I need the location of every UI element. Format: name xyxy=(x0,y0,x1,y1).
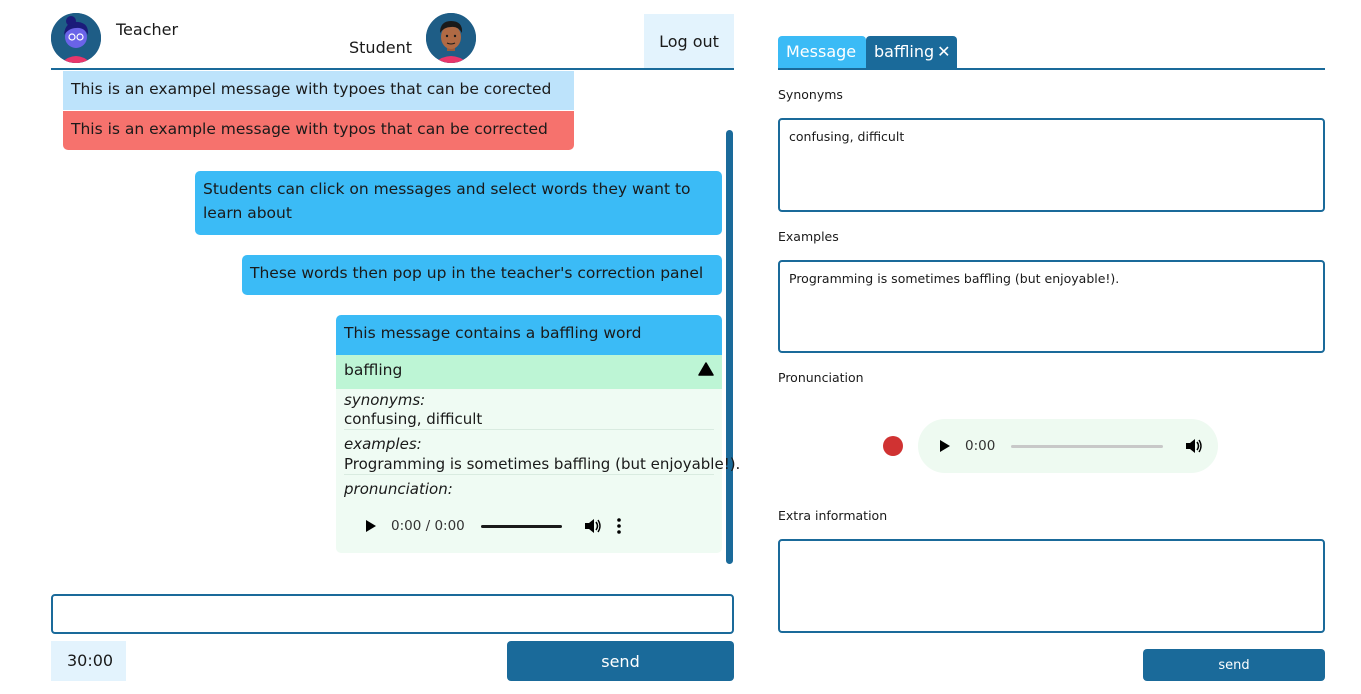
divider xyxy=(344,474,714,475)
play-icon[interactable] xyxy=(938,439,952,453)
more-vertical-icon[interactable] xyxy=(616,518,622,534)
chat-message[interactable]: These words then pop up in the teacher's… xyxy=(242,255,722,295)
player-progress-track[interactable] xyxy=(480,524,562,528)
word-card-word: baffling xyxy=(344,361,403,379)
tab-word-label: baffling xyxy=(874,42,935,61)
teacher-label: Teacher xyxy=(116,20,179,39)
play-icon[interactable] xyxy=(364,519,378,533)
synonyms-value: confusing, difficult xyxy=(344,410,483,428)
chat-scrollbar[interactable] xyxy=(726,130,733,564)
panel-header-divider xyxy=(778,68,1325,70)
chat-header-divider xyxy=(51,68,734,70)
examples-section-label: Examples xyxy=(778,229,839,244)
tab-word-baffling[interactable]: baffling ✕ xyxy=(866,36,957,69)
corrected-message[interactable]: This is an example message with typos th… xyxy=(63,111,574,150)
pronunciation-label: pronunciation: xyxy=(344,480,453,498)
pronunciation-section-label: Pronunciation xyxy=(778,370,864,385)
record-icon[interactable] xyxy=(883,436,903,456)
examples-value: Programming is sometimes baffling (but e… xyxy=(344,455,741,473)
close-icon[interactable]: ✕ xyxy=(937,42,950,61)
synonyms-label: synonyms: xyxy=(344,391,426,409)
divider xyxy=(344,429,714,430)
examples-field[interactable]: Programming is sometimes baffling (but e… xyxy=(778,260,1325,353)
word-card-header[interactable]: baffling xyxy=(336,355,722,389)
session-timer: 30:00 xyxy=(51,641,126,681)
student-avatar xyxy=(426,13,476,63)
player-progress-track[interactable] xyxy=(1011,444,1164,448)
tab-message-label: Message xyxy=(786,42,857,61)
chat-message-input[interactable] xyxy=(51,594,734,634)
synonyms-field[interactable]: confusing, difficult xyxy=(778,118,1325,212)
chat-message[interactable]: This message contains a baffling word xyxy=(336,315,722,355)
original-message[interactable]: This is an exampel message with typoes t… xyxy=(63,71,574,110)
student-label: Student xyxy=(349,38,412,57)
send-correction-button[interactable]: send xyxy=(1143,649,1325,681)
extra-information-section-label: Extra information xyxy=(778,508,888,523)
tab-message[interactable]: Message xyxy=(778,36,866,69)
teacher-avatar xyxy=(51,13,101,63)
player-time: 0:00 xyxy=(965,438,996,454)
synonyms-section-label: Synonyms xyxy=(778,87,843,102)
extra-information-field[interactable] xyxy=(778,539,1325,633)
volume-icon[interactable] xyxy=(584,518,602,534)
volume-icon[interactable] xyxy=(1185,438,1203,454)
card-audio-player[interactable]: 0:00 / 0:00 xyxy=(354,510,640,542)
send-message-button[interactable]: send xyxy=(507,641,734,681)
logout-button[interactable]: Log out xyxy=(644,14,734,68)
panel-audio-player[interactable]: 0:00 xyxy=(918,419,1218,473)
examples-label: examples: xyxy=(344,435,422,453)
chat-message[interactable]: Students can click on messages and selec… xyxy=(195,171,722,235)
player-time: 0:00 / 0:00 xyxy=(391,518,465,534)
collapse-triangle-icon[interactable] xyxy=(698,362,714,376)
